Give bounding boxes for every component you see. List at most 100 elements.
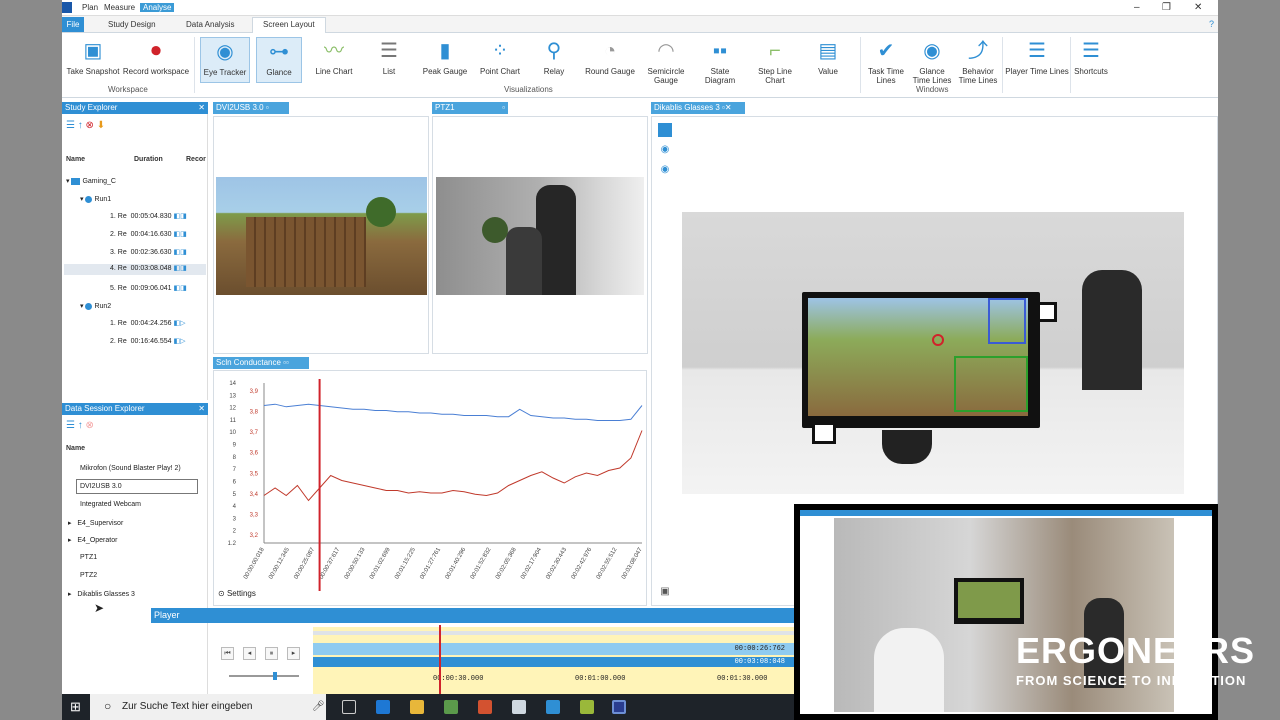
panel-options-icon[interactable]: ▫ [502,102,505,114]
tree-run[interactable]: ▾ Run1 [80,195,111,203]
record-workspace-button[interactable]: ⏺ Record workspace [122,37,190,83]
scl-line-chart[interactable]: 14 13 12 11 10 9 8 7 6 5 4 3 2 1.2 3,9 3,8 3,7 3,6 3,5 3,4 3… [214,371,646,605]
tree-run[interactable]: ▾ Run2 [80,302,111,310]
player-header: Player [151,608,883,623]
spreadsheet-icon[interactable] [444,700,458,714]
settings-label: Settings [226,589,256,598]
relay-button[interactable]: ⚲ Relay [530,37,578,83]
office-icon[interactable] [478,700,492,714]
mail-icon[interactable] [512,700,526,714]
session-item-selected[interactable]: DVI2USB 3.0 [76,479,198,494]
list-icon[interactable]: ☰ [66,420,75,431]
help-icon[interactable]: ? [1209,19,1214,29]
export-icon[interactable]: ⬇ [97,120,105,131]
panel-options-icon[interactable]: ▫ [266,103,269,112]
minimize-icon[interactable]: – [1134,2,1140,13]
tree-recording[interactable]: 3. Re 00:02:36.630 ◧◨ [110,248,187,256]
peak-gauge-button[interactable]: ▮ Peak Gauge [418,37,472,83]
study-explorer-title: Study Explorer [65,103,118,112]
session-item[interactable]: PTZ2 [80,572,97,579]
step-line-chart-button[interactable]: ⌐ Step Line Chart [750,37,800,85]
x-tick-label: 00:02:17:904 [520,546,543,580]
value-button[interactable]: ▤ Value [804,37,852,83]
app-logo-icon [62,2,72,13]
semicircle-gauge-button[interactable]: ◠ Semicircle Gauge [640,37,692,85]
delete-icon[interactable]: ⊗ [86,420,94,431]
close-icon[interactable]: ✕ [1194,2,1202,13]
restore-icon[interactable]: ❐ [1162,2,1171,13]
behavior-time-lines-button[interactable]: ⤴ Behavior Time Lines [956,37,1000,85]
column-recor[interactable]: Recor [186,156,206,163]
glance-time-lines-button[interactable]: ◉ Glance Time Lines [910,37,954,85]
taskbar-search[interactable]: Zur Suche Text hier eingeben [90,694,326,720]
tab-screen-layout[interactable]: Screen Layout [252,17,326,33]
column-duration[interactable]: Duration [134,156,163,163]
take-snapshot-button[interactable]: ▣ Take Snapshot [64,37,122,83]
tab-file[interactable]: File [62,17,84,32]
tree-recording[interactable]: 1. Re 00:05:04.830 ◧◨ [110,212,187,220]
app-icon[interactable] [546,700,560,714]
menu-analyse[interactable]: Analyse [140,3,175,12]
task-view-icon[interactable] [342,700,356,714]
up-icon[interactable]: ↑ [78,420,83,431]
gameplay-video[interactable] [216,177,427,295]
session-item[interactable]: ▸ E4_Supervisor [68,519,123,527]
round-gauge-button[interactable]: ◔ Round Gauge [584,37,636,83]
eye-icon[interactable]: ◉ [658,163,672,177]
tree-recording[interactable]: 2. Re 00:16:46.554 ◧▷ [110,337,185,345]
panel-options-icon[interactable]: ▫▫ [283,358,289,367]
session-item[interactable]: Integrated Webcam [80,501,141,508]
player-time-lines-button[interactable]: ☰ Player Time Lines [1004,37,1070,83]
ptz-camera-video[interactable] [436,177,644,295]
up-icon[interactable]: ↑ [78,120,83,131]
ribbon-separator [1002,37,1003,93]
scene-view-icon[interactable] [658,123,672,137]
speed-slider[interactable] [229,672,299,680]
timeline-area[interactable]: 00:00:26:762 00:03:08:048 00:00:30.000 0… [313,625,795,694]
d-lab-icon[interactable] [612,700,626,714]
line-chart-button[interactable]: 〰 Line Chart [308,37,360,83]
delete-icon[interactable]: ⊗ [86,120,94,131]
eye-icon[interactable]: ◉ [658,143,672,157]
tree-recording[interactable]: 5. Re 00:09:06.041 ◧◨ [110,284,187,292]
point-chart-button[interactable]: ⁘ Point Chart [474,37,526,83]
close-icon[interactable]: ✕ [198,102,205,114]
shortcuts-button[interactable]: ☰ Shortcuts [1072,37,1110,83]
playhead[interactable] [439,625,441,694]
panel-options-icon[interactable]: ▫✕ [722,103,732,112]
step-forward-icon[interactable]: ▸ [287,647,300,660]
tab-study-design[interactable]: Study Design [108,20,156,29]
file-explorer-icon[interactable] [410,700,424,714]
scene-camera-video[interactable] [682,212,1184,494]
tree-recording[interactable]: 1. Re 00:04:24.256 ◧▷ [110,319,185,327]
task-time-lines-button[interactable]: ✔ Task Time Lines [866,37,906,85]
speed-slider-handle[interactable] [273,672,277,680]
eye-tracker-button[interactable]: ◉ Eye Tracker [200,37,250,83]
tree-recording-selected[interactable]: 4. Re 00:03:08.048 ◧◨ [64,264,206,275]
step-back-icon[interactable]: ◂ [243,647,256,660]
session-item[interactable]: ▸ E4_Operator [68,536,117,544]
list-icon[interactable]: ☰ [66,120,75,131]
menu-measure[interactable]: Measure [104,3,135,12]
column-name[interactable]: Name [66,156,85,163]
tree-recording[interactable]: 2. Re 00:04:16.630 ◧◨ [110,230,187,238]
close-icon[interactable]: ✕ [198,403,205,415]
glance-button[interactable]: ⊶ Glance [256,37,302,83]
pause-icon[interactable]: ⏸ [265,647,278,660]
session-item[interactable]: PTZ1 [80,554,97,561]
settings-toggle[interactable]: ⊙ Settings [218,589,256,598]
notes-icon[interactable] [580,700,594,714]
list-button[interactable]: ☰ List [364,37,414,83]
microphone-icon[interactable]: 🎤︎ [312,701,325,712]
column-name[interactable]: Name [66,445,85,452]
tab-data-analysis[interactable]: Data Analysis [186,20,234,29]
edge-browser-icon[interactable] [376,700,390,714]
session-item[interactable]: ▸ Dikablis Glasses 3 [68,590,135,598]
panel-layout-icon[interactable]: ▣ [658,585,672,599]
state-diagram-button[interactable]: ▪▪ State Diagram [696,37,744,85]
session-item[interactable]: Mikrofon (Sound Blaster Play! 2) [80,465,181,472]
tree-project[interactable]: ▾ Gaming_C [66,177,116,185]
menu-plan[interactable]: Plan [82,3,98,12]
windows-start-icon[interactable]: ⊞ [70,699,81,715]
skip-back-icon[interactable]: ⏮ [221,647,234,660]
